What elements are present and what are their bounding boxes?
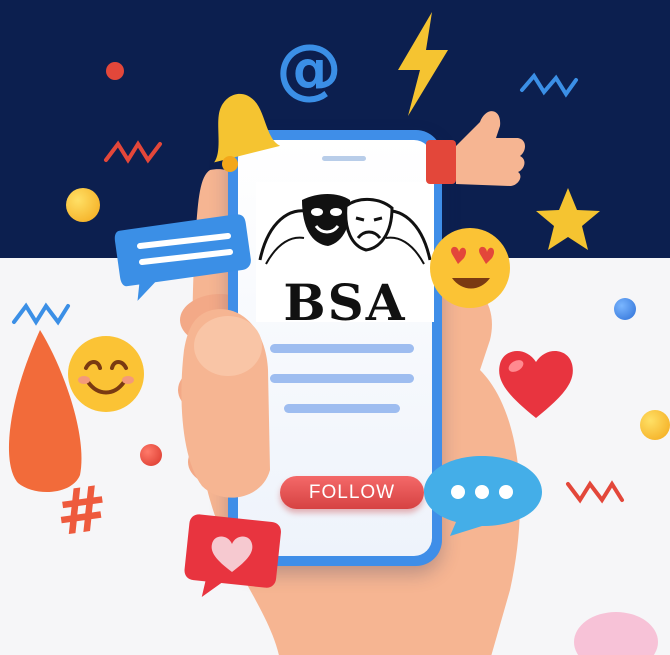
phone-notch [322, 156, 366, 161]
promo-graphic: BSA FOLLOW @ # [0, 0, 670, 655]
chat-bubble-lines-icon [114, 214, 251, 301]
red-ball [140, 444, 162, 466]
placeholder-line-1 [270, 344, 414, 353]
yellow-ball-left [66, 188, 100, 222]
bell-icon [214, 93, 281, 172]
red-dot [106, 62, 124, 80]
pink-blob [574, 612, 658, 655]
brand-logo: BSA [256, 182, 434, 328]
blue-ball [614, 298, 636, 320]
star-icon [536, 188, 600, 250]
red-squiggle-right [566, 480, 624, 504]
follow-button[interactable]: FOLLOW [280, 476, 424, 509]
blue-squiggle-left [12, 302, 70, 326]
yellow-ball-right [640, 410, 670, 440]
placeholder-line-2 [270, 374, 414, 383]
heart-icon [499, 350, 573, 418]
brand-logo-text: BSA [283, 273, 407, 332]
smiling-emoji [68, 336, 144, 412]
red-squiggle-top [104, 140, 162, 164]
blue-squiggle-top [520, 72, 578, 98]
theatre-masks-icon [258, 194, 432, 265]
thumbs-up-icon [426, 111, 525, 186]
thumb [181, 309, 270, 498]
at-sign-icon: @ [276, 30, 342, 107]
hashtag-icon: # [51, 470, 113, 551]
heart-eyes-emoji [430, 228, 510, 308]
placeholder-line-3 [284, 404, 400, 413]
chat-bubble-dots-icon [424, 456, 542, 536]
like-heart-bubble-icon [184, 514, 281, 598]
